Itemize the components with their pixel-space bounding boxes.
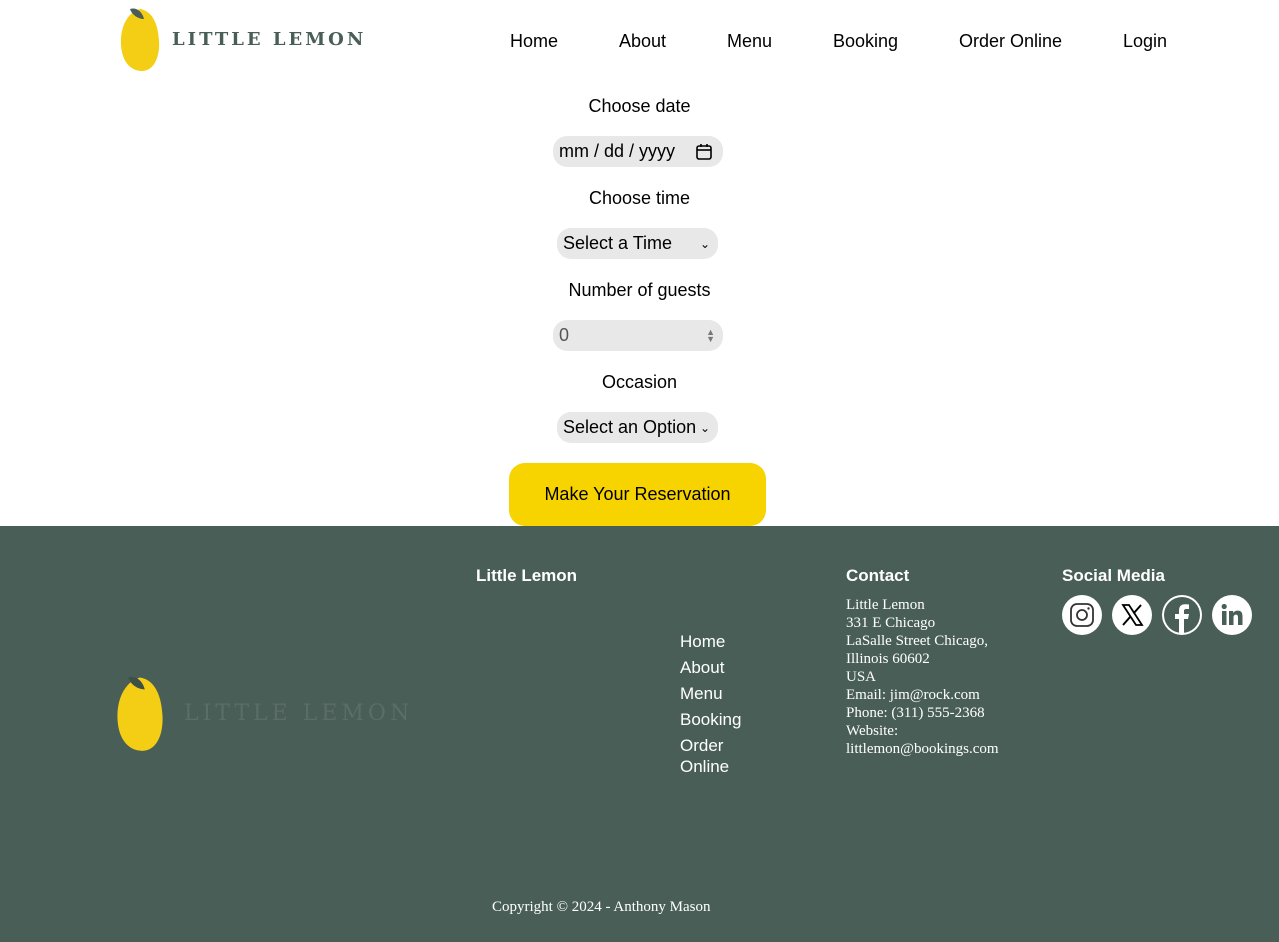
guests-label: Number of guests	[568, 280, 711, 300]
social-links	[1062, 595, 1252, 635]
site-footer: LITTLE LEMON Little Lemon Home About Men…	[0, 526, 1279, 942]
guests-input[interactable]: 0 ▲ ▼	[553, 320, 723, 351]
nav-order-online[interactable]: Order Online	[959, 30, 1062, 52]
stepper-icon[interactable]: ▲ ▼	[706, 327, 723, 343]
instagram-icon[interactable]	[1062, 595, 1102, 635]
nav-booking[interactable]: Booking	[833, 30, 898, 52]
contact-phone: Phone: (311) 555-2368	[846, 705, 985, 721]
social-heading: Social Media	[1062, 566, 1165, 585]
date-label: Choose date	[588, 96, 691, 116]
footer-logo[interactable]: LITTLE LEMON	[114, 672, 413, 754]
time-select[interactable]: Select a Time ⌄	[557, 228, 718, 259]
time-value: Select a Time	[563, 233, 673, 253]
contact-line: 331 E Chicago	[846, 615, 936, 631]
chevron-down-icon: ⌄	[699, 236, 710, 251]
footer-nav-home[interactable]: Home	[680, 631, 780, 652]
contact-line: USA	[846, 669, 877, 685]
calendar-icon[interactable]	[695, 143, 713, 161]
guests-value: 0	[559, 325, 570, 345]
contact-heading: Contact	[846, 566, 910, 585]
nav-home[interactable]: Home	[510, 30, 558, 52]
site-header: LITTLE LEMON Home About Menu Booking Ord…	[0, 0, 1279, 80]
footer-nav-booking[interactable]: Booking	[680, 709, 780, 730]
contact-line: Little Lemon	[846, 597, 925, 613]
date-input[interactable]: mm / dd / yyyy	[553, 136, 723, 167]
main-nav: Home About Menu Booking Order Online Log…	[0, 30, 1279, 54]
linkedin-icon[interactable]	[1212, 595, 1252, 635]
nav-about[interactable]: About	[619, 30, 666, 52]
footer-nav-heading: Little Lemon	[476, 566, 578, 585]
x-icon[interactable]	[1112, 595, 1152, 635]
footer-nav-menu[interactable]: Menu	[680, 683, 780, 704]
time-label: Choose time	[588, 188, 691, 208]
occasion-value: Select an Option	[563, 417, 697, 437]
occasion-select[interactable]: Select an Option ⌄	[557, 412, 718, 443]
copyright-text: Copyright © 2024 - Anthony Mason	[492, 899, 711, 915]
footer-nav-order-online[interactable]: Order Online	[680, 735, 740, 777]
lemon-icon	[117, 676, 163, 751]
chevron-down-icon: ⌄	[699, 420, 710, 435]
contact-email: Email: jim@rock.com	[846, 687, 980, 703]
contact-info: Little Lemon 331 E Chicago LaSalle Stree…	[846, 596, 1036, 758]
footer-nav-about[interactable]: About	[680, 657, 780, 678]
contact-line: LaSalle Street Chicago, Illinois 60602	[846, 633, 989, 667]
occasion-label: Occasion	[601, 372, 678, 392]
make-reservation-button[interactable]: Make Your Reservation	[509, 463, 766, 526]
nav-login[interactable]: Login	[1123, 30, 1167, 52]
date-placeholder: mm / dd / yyyy	[559, 141, 676, 161]
footer-brand-name: LITTLE LEMON	[184, 700, 414, 726]
facebook-icon[interactable]	[1162, 595, 1202, 635]
contact-website: Website: littlemon@bookings.com	[846, 723, 999, 757]
nav-menu[interactable]: Menu	[727, 30, 772, 52]
footer-nav: Home About Menu Booking Order Online	[680, 631, 780, 782]
